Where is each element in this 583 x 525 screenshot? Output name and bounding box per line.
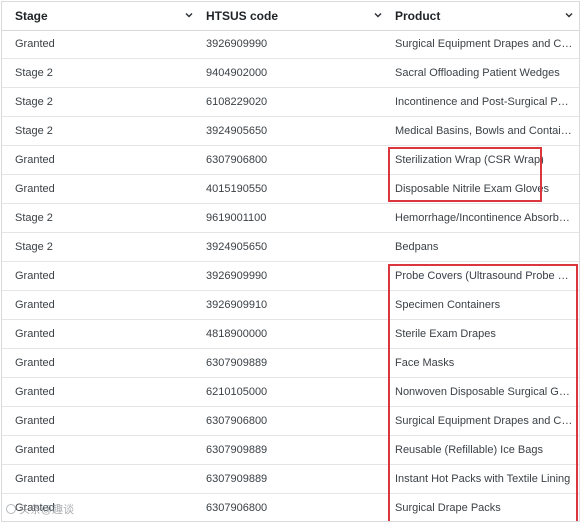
chevron-down-icon[interactable]: [565, 11, 573, 19]
product-cell: Sacral Offloading Patient Wedges: [395, 67, 560, 79]
product-cell: Sterile Exam Drapes: [395, 328, 496, 340]
stage-cell: Stage 2: [15, 212, 53, 224]
htsus-code-cell: 6307906800: [206, 415, 268, 427]
table-row[interactable]: Granted 6307909889 Instant Hot Packs with …: [2, 465, 579, 494]
product-cell: Surgical Equipment Drapes and Covers: [395, 415, 573, 427]
table-row[interactable]: Stage 2 9619001100 Hemorrhage/Incontinence…: [2, 204, 579, 233]
htsus-code-cell: 3926909990: [206, 270, 268, 282]
product-cell: Incontinence and Post-Surgical Pants: [395, 96, 573, 108]
htsus-code-cell: 6307909889: [206, 473, 268, 485]
table-row[interactable]: Stage 2 3924905650 Bedpans: [2, 233, 579, 262]
table-row[interactable]: Granted 6307909889 Reusable (Refillable) I…: [2, 436, 579, 465]
watermark-text: 头条@趣谈: [19, 504, 75, 516]
stage-cell: Granted: [15, 183, 55, 195]
product-cell: Medical Basins, Bowls and Containers: [395, 125, 573, 137]
product-cell: Probe Covers (Ultrasound Probe Covers): [395, 270, 573, 282]
stage-cell: Granted: [15, 473, 55, 485]
htsus-code-cell: 4818900000: [206, 328, 268, 340]
stage-cell: Granted: [15, 299, 55, 311]
stage-cell: Stage 2: [15, 241, 53, 253]
product-cell: Surgical Equipment Drapes and Covers: [395, 38, 573, 50]
table-header: Stage HTSUS code Product: [2, 2, 579, 31]
table-row[interactable]: Granted 6307909889 Face Masks: [2, 349, 579, 378]
table-row[interactable]: Stage 2 9404902000 Sacral Offloading Patie…: [2, 59, 579, 88]
product-cell: Specimen Containers: [395, 299, 501, 311]
table-row[interactable]: Granted 6307906800 Surgical Equipment Drap…: [2, 407, 579, 436]
htsus-code-cell: 3926909910: [206, 299, 268, 311]
product-cell: Hemorrhage/Incontinence Absorbent ...: [395, 212, 573, 224]
table-row[interactable]: Granted 3926909990 Surgical Equipment Drap…: [2, 30, 579, 59]
stage-cell: Granted: [15, 415, 55, 427]
table-row[interactable]: Granted 4818900000 Sterile Exam Drapes: [2, 320, 579, 349]
stage-cell: Stage 2: [15, 96, 53, 108]
product-cell: Surgical Drape Packs: [395, 502, 501, 514]
product-cell: Sterilization Wrap (CSR Wrap): [395, 154, 544, 166]
product-cell: Reusable (Refillable) Ice Bags: [395, 444, 543, 456]
watermark: 头条@趣谈: [6, 501, 74, 517]
column-header-label: Product: [395, 9, 441, 23]
htsus-code-cell: 3924905650: [206, 241, 268, 253]
column-header-label: HTSUS code: [206, 9, 279, 23]
table-row[interactable]: Granted 6307906800 Surgical Drape Packs: [2, 494, 579, 521]
table-row[interactable]: Granted 3926909910 Specimen Containers: [2, 291, 579, 320]
stage-cell: Granted: [15, 357, 55, 369]
htsus-code-cell: 6307909889: [206, 444, 268, 456]
htsus-code-cell: 6307906800: [206, 154, 268, 166]
stage-cell: Granted: [15, 386, 55, 398]
product-cell: Instant Hot Packs with Textile Lining: [395, 473, 571, 485]
table-row[interactable]: Granted 4015190550 Disposable Nitrile Exam…: [2, 175, 579, 204]
data-table: Stage HTSUS code Product Granted 39269099…: [1, 1, 580, 522]
table-row[interactable]: Granted 6210105000 Nonwoven Disposable Sur…: [2, 378, 579, 407]
htsus-code-cell: 6307909889: [206, 357, 268, 369]
watermark-logo-icon: [6, 504, 16, 514]
table-row[interactable]: Stage 2 3924905650 Medical Basins, Bowls a…: [2, 117, 579, 146]
stage-cell: Granted: [15, 154, 55, 166]
htsus-code-cell: 3924905650: [206, 125, 268, 137]
stage-cell: Stage 2: [15, 67, 53, 79]
stage-cell: Stage 2: [15, 125, 53, 137]
stage-cell: Granted: [15, 328, 55, 340]
chevron-down-icon[interactable]: [185, 11, 193, 19]
column-header-label: Stage: [15, 9, 48, 23]
htsus-code-cell: 9404902000: [206, 67, 268, 79]
table-row[interactable]: Stage 2 6108229020 Incontinence and Post-S…: [2, 88, 579, 117]
product-cell: Disposable Nitrile Exam Gloves: [395, 183, 550, 195]
stage-cell: Granted: [15, 444, 55, 456]
chevron-down-icon[interactable]: [374, 11, 382, 19]
stage-cell: Granted: [15, 38, 55, 50]
htsus-code-cell: 6307906800: [206, 502, 268, 514]
product-cell: Bedpans: [395, 241, 439, 253]
table-row[interactable]: Granted 3926909990 Probe Covers (Ultrasoun…: [2, 262, 579, 291]
product-cell: Face Masks: [395, 357, 455, 369]
product-cell: Nonwoven Disposable Surgical Gowns: [395, 386, 573, 398]
table-body: Granted 3926909990 Surgical Equipment Drap…: [2, 30, 579, 521]
column-header-product[interactable]: Product: [395, 2, 579, 30]
htsus-code-cell: 9619001100: [206, 212, 267, 224]
column-header-stage[interactable]: Stage: [15, 2, 195, 30]
htsus-code-cell: 6108229020: [206, 96, 268, 108]
table-row[interactable]: Granted 6307906800 Sterilization Wrap (CSR…: [2, 146, 579, 175]
htsus-code-cell: 6210105000: [206, 386, 268, 398]
stage-cell: Granted: [15, 270, 55, 282]
htsus-code-cell: 4015190550: [206, 183, 268, 195]
column-header-htsus-code[interactable]: HTSUS code: [206, 2, 386, 30]
htsus-code-cell: 3926909990: [206, 38, 268, 50]
